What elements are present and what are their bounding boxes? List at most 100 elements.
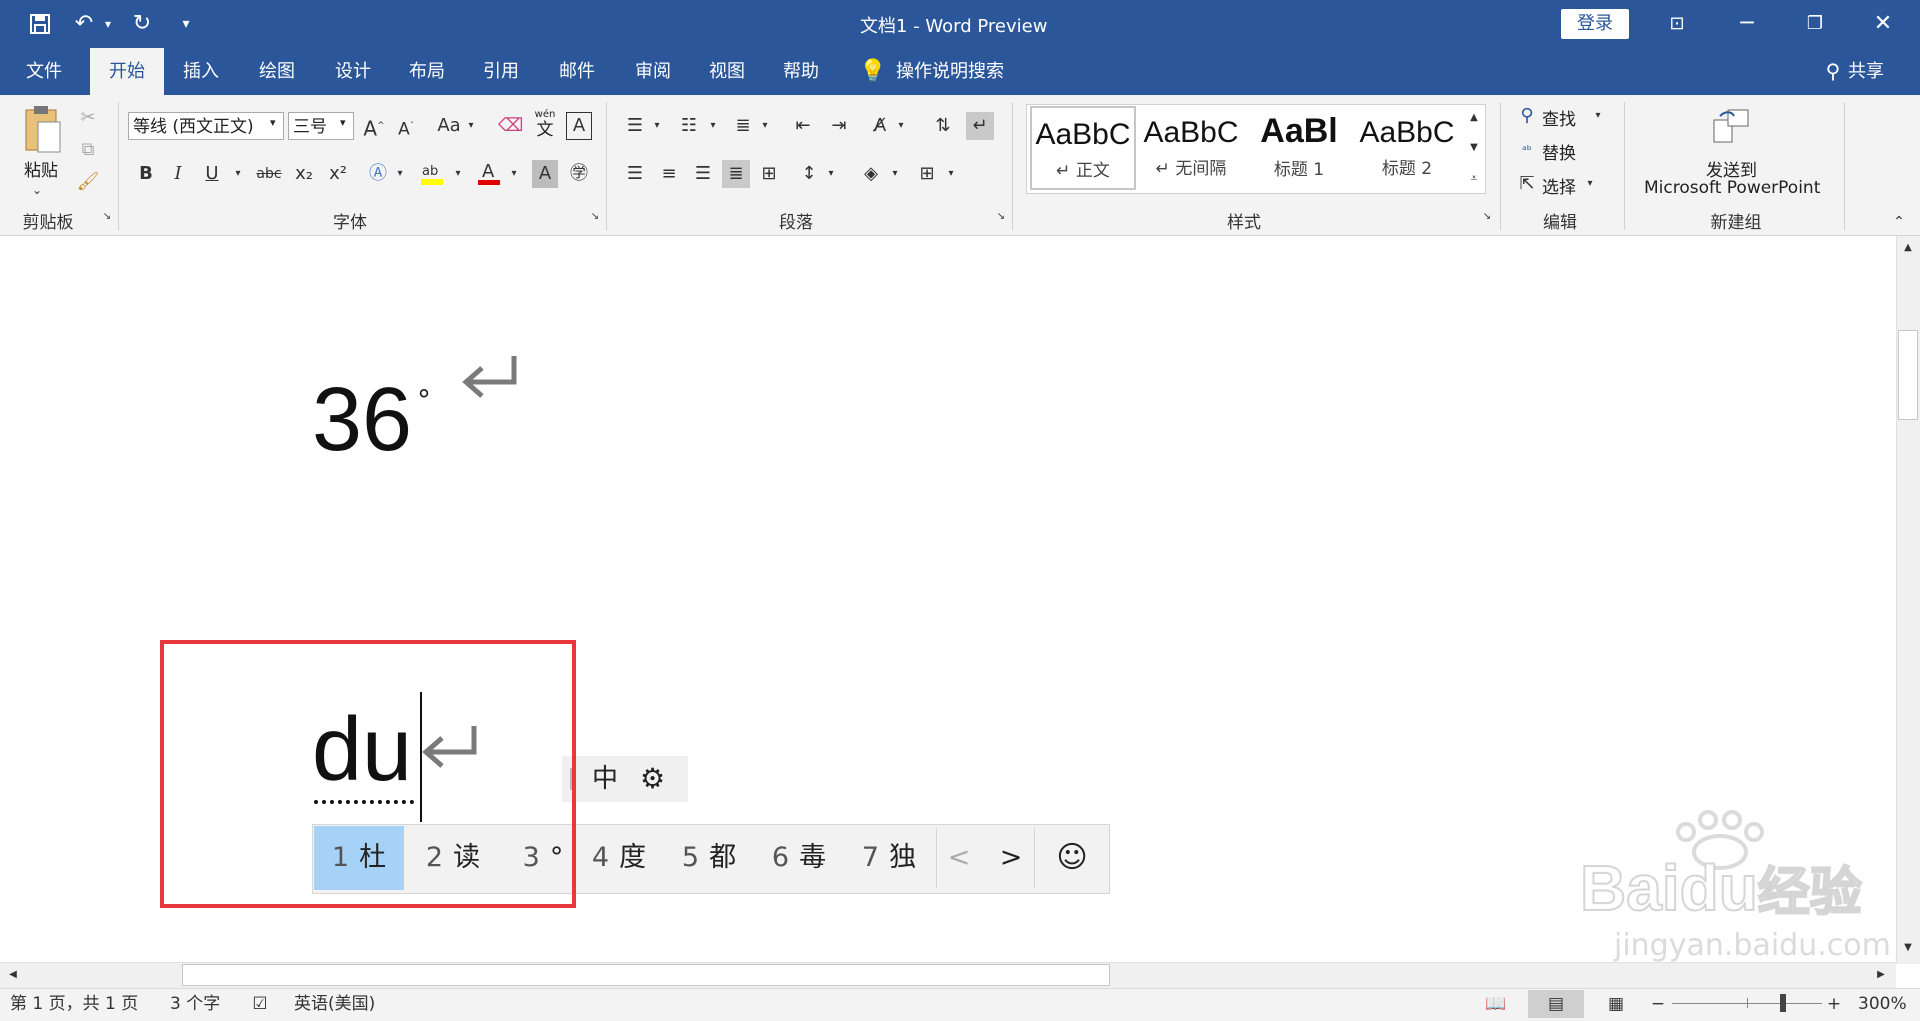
- login-button[interactable]: 登录: [1561, 9, 1629, 39]
- restore-icon[interactable]: ❐: [1782, 0, 1848, 48]
- undo-dropdown-icon[interactable]: ▾: [100, 8, 116, 40]
- tab-insert[interactable]: 插入: [166, 48, 236, 95]
- tab-mailings[interactable]: 邮件: [542, 48, 612, 95]
- clipboard-launcher-icon[interactable]: ↘: [100, 210, 114, 224]
- select-dropdown-icon[interactable]: ▾: [1584, 170, 1596, 198]
- redo-icon[interactable]: ↻: [124, 8, 160, 40]
- language-indicator[interactable]: 英语(美国): [294, 988, 375, 1020]
- paste-icon[interactable]: [22, 104, 64, 156]
- document-text-36[interactable]: 36: [312, 370, 412, 470]
- phonetic-guide-icon[interactable]: wén 文: [532, 110, 558, 141]
- ime-candidate[interactable]: 6毒: [754, 826, 844, 890]
- word-count[interactable]: 3 个字: [170, 988, 220, 1020]
- collapse-ribbon-icon[interactable]: ⌃: [1888, 212, 1910, 232]
- send-to-powerpoint-icon[interactable]: [1712, 106, 1752, 146]
- print-layout-icon[interactable]: ▤: [1544, 988, 1568, 1020]
- bullets-dropdown-icon[interactable]: ▾: [652, 112, 662, 140]
- borders-icon[interactable]: ⊞: [914, 160, 940, 188]
- cut-icon[interactable]: ✂: [76, 104, 100, 132]
- ime-candidate[interactable]: 4度: [574, 826, 664, 890]
- close-icon[interactable]: ✕: [1850, 0, 1916, 48]
- select-button[interactable]: 选择: [1542, 173, 1576, 198]
- replace-button[interactable]: 替换: [1542, 139, 1576, 164]
- sort-icon[interactable]: ⇅: [930, 112, 956, 140]
- styles-scroll-up-icon[interactable]: ▲: [1464, 104, 1484, 134]
- tab-view[interactable]: 视图: [692, 48, 762, 95]
- subscript-button[interactable]: x₂: [292, 160, 316, 188]
- find-button[interactable]: 查找: [1542, 105, 1576, 130]
- find-dropdown-icon[interactable]: ▾: [1592, 102, 1604, 130]
- borders-dropdown-icon[interactable]: ▾: [946, 160, 956, 188]
- ime-next-page-button[interactable]: >: [996, 826, 1026, 890]
- minimize-icon[interactable]: ─: [1714, 0, 1780, 48]
- styles-launcher-icon[interactable]: ↘: [1480, 210, 1494, 224]
- text-effects-dropdown-icon[interactable]: ▾: [394, 160, 406, 188]
- style-no-spacing[interactable]: AaBbC ↵ 无间隔: [1138, 106, 1244, 190]
- page-count[interactable]: 第 1 页，共 1 页: [10, 988, 138, 1020]
- ime-prev-page-button[interactable]: <: [944, 826, 974, 890]
- decrease-indent-icon[interactable]: ⇤: [790, 112, 816, 140]
- select-icon[interactable]: ⇱: [1516, 170, 1538, 198]
- customize-quick-access-icon[interactable]: ▾: [168, 8, 204, 40]
- style-normal[interactable]: AaBbC ↵ 正文: [1030, 106, 1136, 190]
- shading-dropdown-icon[interactable]: ▾: [890, 160, 900, 188]
- increase-indent-icon[interactable]: ⇥: [826, 112, 852, 140]
- scroll-left-icon[interactable]: ◀: [2, 964, 24, 986]
- font-color-icon[interactable]: A: [476, 160, 502, 188]
- underline-dropdown-icon[interactable]: ▾: [232, 160, 244, 188]
- tab-home[interactable]: 开始: [90, 48, 164, 95]
- paste-dropdown-icon[interactable]: ⌄: [32, 176, 42, 204]
- vertical-scroll-thumb[interactable]: [1898, 330, 1918, 420]
- tab-review[interactable]: 审阅: [618, 48, 688, 95]
- paragraph-launcher-icon[interactable]: ↘: [994, 210, 1008, 224]
- numbering-icon[interactable]: ☷: [676, 112, 702, 140]
- change-case-icon[interactable]: Aa: [434, 112, 464, 140]
- replace-icon[interactable]: ᵃᵇ: [1516, 136, 1538, 164]
- scroll-down-icon[interactable]: ▼: [1898, 938, 1918, 958]
- send-to-app-label[interactable]: Microsoft PowerPoint: [1644, 178, 1820, 198]
- tab-file[interactable]: 文件: [6, 48, 82, 95]
- undo-icon[interactable]: ↶: [66, 8, 102, 40]
- ime-emoji-icon[interactable]: ☺: [1046, 826, 1098, 890]
- ime-settings-icon[interactable]: ⚙: [640, 758, 665, 800]
- change-case-dropdown-icon[interactable]: ▾: [466, 112, 476, 140]
- font-color-dropdown-icon[interactable]: ▾: [508, 160, 520, 188]
- styles-more-icon[interactable]: ⩡: [1464, 164, 1484, 192]
- scroll-right-icon[interactable]: ▶: [1870, 964, 1892, 986]
- tell-me-search[interactable]: 操作说明搜索: [896, 48, 1016, 95]
- zoom-in-icon[interactable]: +: [1826, 988, 1842, 1020]
- tab-layout[interactable]: 布局: [392, 48, 462, 95]
- justify-icon[interactable]: ≣: [722, 160, 750, 188]
- zoom-out-icon[interactable]: −: [1650, 988, 1666, 1020]
- ime-candidate[interactable]: 7独: [844, 826, 934, 890]
- line-spacing-icon[interactable]: ↕: [796, 160, 822, 188]
- save-icon[interactable]: [22, 8, 58, 40]
- zoom-slider-thumb[interactable]: [1780, 994, 1786, 1012]
- multilevel-list-icon[interactable]: ≣: [730, 112, 756, 140]
- enclose-characters-icon[interactable]: ㊫: [566, 160, 592, 188]
- ime-mode-toggle[interactable]: 中: [592, 758, 618, 800]
- character-border-icon[interactable]: A: [566, 112, 592, 140]
- multilevel-dropdown-icon[interactable]: ▾: [760, 112, 770, 140]
- bullets-icon[interactable]: ☰: [622, 112, 648, 140]
- highlight-dropdown-icon[interactable]: ▾: [452, 160, 464, 188]
- grow-font-icon[interactable]: A^: [362, 112, 386, 141]
- highlight-icon[interactable]: ab: [418, 160, 446, 188]
- horizontal-scroll-thumb[interactable]: [182, 964, 1110, 986]
- asian-layout-dropdown-icon[interactable]: ▾: [896, 112, 906, 140]
- font-name-combo[interactable]: 等线 (西文正文): [128, 112, 284, 140]
- underline-button[interactable]: U: [200, 160, 224, 188]
- distributed-icon[interactable]: ⊞: [756, 160, 782, 188]
- tab-design[interactable]: 设计: [318, 48, 388, 95]
- text-effects-icon[interactable]: Ⓐ: [366, 160, 390, 188]
- show-formatting-marks-icon[interactable]: ↵: [966, 112, 994, 140]
- asian-layout-icon[interactable]: A̸: [866, 112, 894, 140]
- tab-references[interactable]: 引用: [466, 48, 536, 95]
- read-mode-icon[interactable]: 📖: [1484, 988, 1508, 1020]
- copy-icon[interactable]: ⧉: [76, 136, 100, 164]
- font-size-dropdown-icon[interactable]: ▾: [340, 116, 346, 129]
- align-left-icon[interactable]: ☰: [622, 160, 648, 188]
- ime-candidate[interactable]: 5都: [664, 826, 754, 890]
- share-button[interactable]: 共享: [1848, 48, 1900, 95]
- clear-formatting-icon[interactable]: ⌫: [498, 112, 523, 140]
